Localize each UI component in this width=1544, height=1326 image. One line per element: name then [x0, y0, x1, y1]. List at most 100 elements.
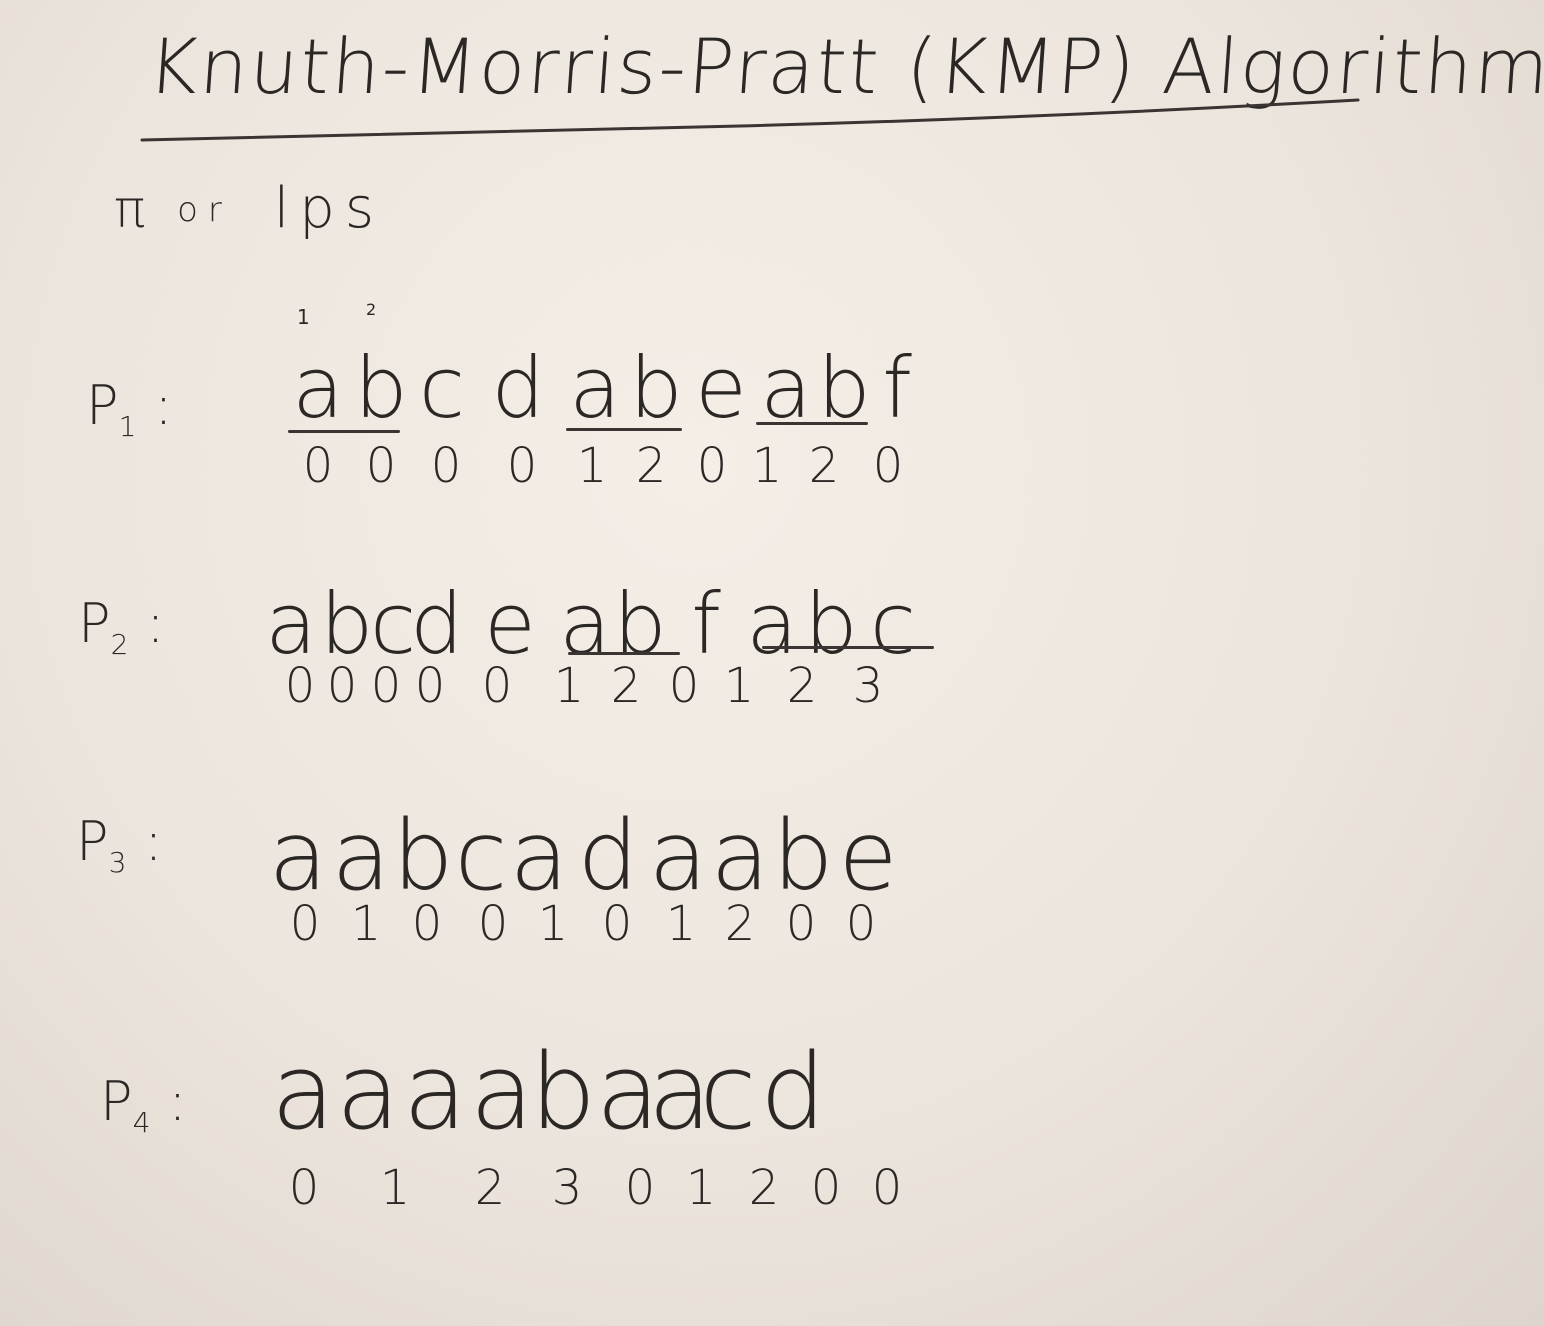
- p1-underline-match-1: [566, 428, 682, 431]
- pattern-label-4: P4:: [100, 1070, 187, 1139]
- p3-char: d: [577, 800, 639, 912]
- p3-char: a: [509, 800, 569, 912]
- p4-lps-value: 0: [624, 1160, 656, 1216]
- p3-char: b: [392, 800, 454, 912]
- pattern-label-1: P1:: [86, 374, 173, 443]
- p1-char: b: [354, 339, 408, 437]
- p4-lps-value: 2: [474, 1160, 506, 1216]
- p3-lps-value: 1: [350, 896, 382, 952]
- p4-lps-value: 2: [748, 1160, 780, 1216]
- p1-lps-value: 0: [365, 438, 397, 494]
- p2-char: b: [320, 575, 374, 673]
- index-mark-1: 1: [297, 305, 310, 329]
- p3-char: b: [772, 800, 834, 912]
- p4-lps-value: 3: [551, 1160, 583, 1216]
- p4-char: d: [759, 1031, 826, 1153]
- pattern-3-chars: a a b c a d a a b e: [266, 808, 900, 904]
- p3-lps-value: 1: [665, 896, 697, 952]
- p3-char: c: [454, 800, 508, 912]
- p1-lps-value: 0: [872, 438, 904, 494]
- p3-char: a: [710, 800, 770, 912]
- p1-char: e: [695, 339, 747, 437]
- p1-underline-prefix: [288, 430, 400, 433]
- subtitle-or: or: [177, 190, 232, 230]
- p2-char: b: [804, 575, 858, 673]
- p2-char: e: [484, 575, 536, 673]
- pattern-2-lps: 0 0 0 0 0 1 2 0 1 2 3: [280, 662, 898, 710]
- p4-lps-value: 0: [288, 1160, 320, 1216]
- pattern-3-lps: 0 1 0 0 1 0 1 2 0 0: [272, 900, 892, 948]
- p4-lps-value: 0: [810, 1160, 842, 1216]
- whiteboard: Knuth-Morris-Pratt (KMP) Algorithm π or …: [0, 0, 1544, 1326]
- subtitle-term: lps: [273, 176, 384, 241]
- p4-char: a: [470, 1031, 534, 1153]
- p1-lps-value: 0: [430, 438, 462, 494]
- p2-lps-value: 1: [553, 658, 585, 714]
- p3-lps-value: 1: [537, 896, 569, 952]
- p3-lps-value: 0: [601, 896, 633, 952]
- p4-char: a: [648, 1031, 712, 1153]
- p4-lps-value: 0: [871, 1160, 903, 1216]
- pattern-4-lps: 0 1 2 3 0 1 2 0 0: [274, 1164, 918, 1212]
- p4-char: c: [699, 1031, 757, 1153]
- p1-lps-value: 2: [635, 438, 667, 494]
- p1-lps-value: 0: [696, 438, 728, 494]
- p1-underline-match-2: [756, 422, 868, 425]
- p2-lps-value: 0: [414, 658, 446, 714]
- pattern-label-3: P3:: [76, 810, 163, 879]
- title-underline: [140, 98, 1360, 142]
- p1-char: b: [629, 339, 683, 437]
- p2-char: c: [370, 575, 417, 673]
- p1-char: a: [569, 339, 621, 437]
- pattern-label-2: P2:: [78, 592, 165, 661]
- p2-lps-value: 2: [610, 658, 642, 714]
- p4-char: b: [530, 1031, 597, 1153]
- p2-underline-match-2: [762, 646, 934, 649]
- p2-lps-value: 0: [284, 658, 316, 714]
- p1-char: a: [292, 339, 344, 437]
- p3-char: a: [648, 800, 708, 912]
- pi-symbol: π: [114, 180, 156, 240]
- p1-lps-value: 0: [506, 438, 538, 494]
- p3-lps-value: 0: [411, 896, 443, 952]
- p2-lps-value: 0: [370, 658, 402, 714]
- p1-lps-value: 1: [751, 438, 783, 494]
- p2-underline-match-1: [568, 652, 680, 655]
- p4-char: a: [403, 1031, 467, 1153]
- index-mark-2: 2: [366, 300, 377, 319]
- p1-lps-value: 2: [808, 438, 840, 494]
- subtitle: π or lps: [114, 176, 384, 241]
- p2-lps-value: 2: [786, 658, 818, 714]
- p1-char: a: [760, 339, 812, 437]
- p2-char: c: [869, 575, 917, 673]
- p3-lps-value: 2: [724, 896, 756, 952]
- p2-lps-value: 3: [852, 658, 884, 714]
- p3-lps-value: 0: [845, 896, 877, 952]
- p2-char: a: [265, 575, 317, 673]
- p1-char: d: [491, 339, 545, 437]
- p4-lps-value: 1: [379, 1160, 411, 1216]
- p3-char: a: [331, 800, 391, 912]
- pattern-4-chars: a a a a b a a c d: [270, 1040, 828, 1144]
- p1-lps-value: 1: [576, 438, 608, 494]
- p2-char: d: [410, 575, 464, 673]
- p4-char: a: [336, 1031, 400, 1153]
- p2-char: a: [746, 575, 798, 673]
- p3-char: a: [268, 800, 328, 912]
- p1-lps-value: 0: [302, 438, 334, 494]
- p1-char: b: [817, 339, 871, 437]
- p3-char: e: [838, 800, 898, 912]
- p2-lps-value: 0: [326, 658, 358, 714]
- p1-char: c: [418, 339, 466, 437]
- p2-lps-value: 0: [481, 658, 513, 714]
- p4-char: a: [271, 1031, 335, 1153]
- pattern-1-lps: 0 0 0 0 1 2 0 1 2 0: [286, 442, 920, 490]
- p2-lps-value: 0: [668, 658, 700, 714]
- p3-lps-value: 0: [289, 896, 321, 952]
- pattern-1-chars: a b c d a b e a b f: [286, 346, 922, 430]
- p3-lps-value: 0: [785, 896, 817, 952]
- p4-lps-value: 1: [685, 1160, 717, 1216]
- p4-char: a: [596, 1031, 660, 1153]
- p2-lps-value: 1: [723, 658, 755, 714]
- p3-lps-value: 0: [477, 896, 509, 952]
